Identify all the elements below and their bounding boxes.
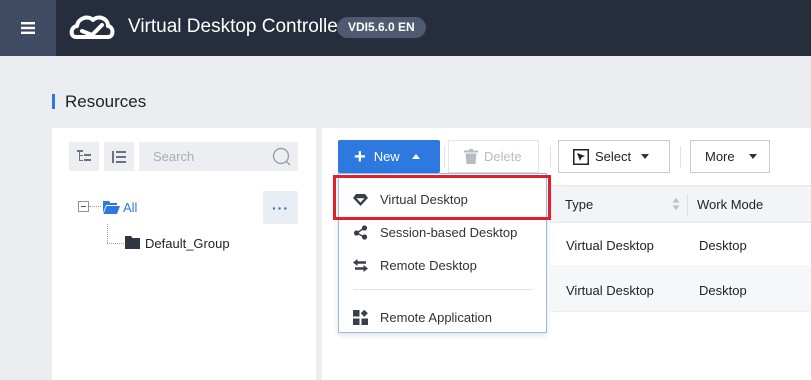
page-title: Resources <box>65 92 147 111</box>
toolbar-divider <box>550 146 551 168</box>
select-button[interactable]: Select <box>558 140 670 173</box>
delete-button[interactable]: Delete <box>448 140 539 173</box>
column-divider <box>687 194 688 216</box>
new-button-label: New <box>373 149 400 164</box>
tree-connector <box>107 243 124 244</box>
menu-item-remote-desktop[interactable]: Remote Desktop <box>339 250 546 280</box>
plus-icon: + <box>354 145 366 168</box>
tree-connector <box>107 224 108 243</box>
table-row[interactable]: Virtual Desktop Desktop <box>550 223 811 267</box>
toolbar-divider <box>444 146 445 168</box>
tree-collapse-toggle[interactable] <box>78 201 89 212</box>
app-title: Virtual Desktop Controller <box>128 16 345 37</box>
cell-work-mode: Desktop <box>699 238 747 253</box>
tree-node-all[interactable]: All <box>123 200 137 215</box>
more-button[interactable]: More <box>690 140 770 173</box>
list-view-button[interactable] <box>104 142 134 171</box>
column-header-type[interactable]: Type <box>565 197 593 212</box>
delete-button-label: Delete <box>484 149 522 164</box>
caret-up-icon <box>411 154 420 159</box>
logo-icon <box>69 15 115 39</box>
app-grid-icon <box>353 309 368 325</box>
tree-connector <box>89 206 101 207</box>
page-title-accent <box>52 94 55 109</box>
select-cursor-icon <box>573 148 589 165</box>
table-row[interactable]: Virtual Desktop Desktop <box>550 268 811 312</box>
new-button[interactable]: + New <box>338 140 440 173</box>
sort-icon[interactable] <box>672 197 680 211</box>
menu-item-session-based-desktop[interactable]: Session-based Desktop <box>339 217 546 247</box>
highlight-box <box>333 175 551 220</box>
column-header-work-mode[interactable]: Work Mode <box>697 197 763 212</box>
menu-item-remote-application[interactable]: Remote Application <box>339 302 546 332</box>
swap-arrows-icon <box>353 258 368 272</box>
folder-open-icon <box>103 201 120 214</box>
version-badge: VDI5.6.0 EN <box>337 17 426 38</box>
menu-item-label: Remote Desktop <box>380 257 477 273</box>
collapse-tree-button[interactable] <box>69 142 99 171</box>
cell-type: Virtual Desktop <box>566 238 654 253</box>
caret-down-icon <box>641 154 650 159</box>
cell-work-mode: Desktop <box>699 283 747 298</box>
top-bar: Virtual Desktop Controller VDI5.6.0 EN <box>0 0 811 56</box>
search-icon[interactable] <box>272 147 291 166</box>
trash-icon <box>464 149 478 164</box>
table-header: Type Work Mode <box>550 185 811 223</box>
tree-more-button[interactable]: ··· <box>263 191 298 224</box>
cell-type: Virtual Desktop <box>566 283 654 298</box>
menu-divider <box>353 289 533 290</box>
hamburger-icon <box>21 22 35 34</box>
folder-icon <box>125 236 140 249</box>
menu-item-label: Session-based Desktop <box>380 224 518 240</box>
list-icon <box>112 150 126 163</box>
menu-item-label: Remote Application <box>380 309 493 325</box>
more-button-label: More <box>705 149 735 164</box>
tree-collapse-icon <box>77 150 91 161</box>
menu-toggle-button[interactable] <box>0 0 56 56</box>
search-box <box>139 142 298 171</box>
resource-tree-panel: All ··· Default_Group <box>52 128 316 380</box>
search-input[interactable] <box>139 142 264 171</box>
share-nodes-icon <box>353 224 368 240</box>
tree-node-default-group[interactable]: Default_Group <box>145 236 230 251</box>
select-button-label: Select <box>595 149 632 164</box>
caret-down-icon <box>748 154 757 159</box>
toolbar-divider <box>680 146 681 168</box>
